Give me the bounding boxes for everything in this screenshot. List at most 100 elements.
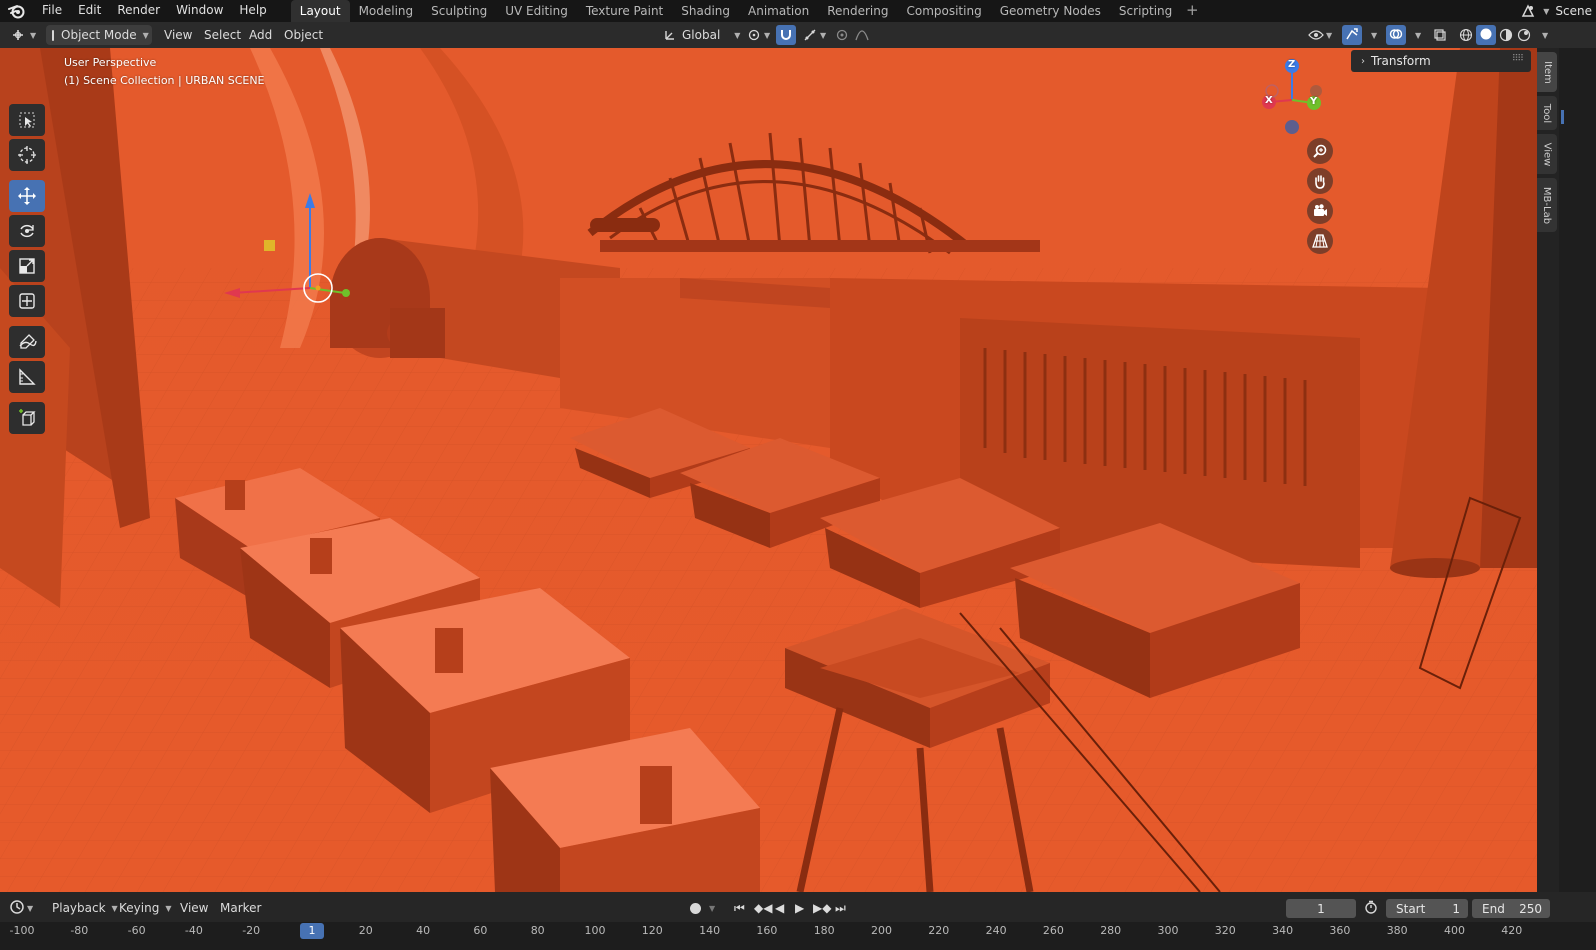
tab-shading[interactable]: Shading: [672, 0, 739, 22]
tab-item[interactable]: Item: [1537, 52, 1557, 92]
menu-object[interactable]: Object: [284, 25, 323, 45]
chevron-down-icon[interactable]: ▼: [1371, 25, 1377, 45]
proportional-editing-button[interactable]: [832, 25, 872, 45]
axis-x-label[interactable]: X: [1265, 95, 1273, 106]
scene-selector[interactable]: ▼ Scene: [1519, 0, 1596, 22]
timeline-editor-type-button[interactable]: ▼: [10, 899, 33, 917]
pivot-point-button[interactable]: ▼: [744, 25, 770, 45]
material-sphere-icon: [1496, 26, 1516, 44]
timeline-ruler[interactable]: 1 -100 -80 -60 -40 -20 20 40 60 80 100 120 140 160 18…: [0, 922, 1596, 950]
editor-type-button[interactable]: ▼: [8, 25, 36, 45]
tab-layout[interactable]: Layout: [290, 0, 350, 22]
chevron-down-icon[interactable]: ▼: [1542, 25, 1548, 45]
measure-tool[interactable]: [9, 361, 45, 393]
autokey-button[interactable]: ▼: [690, 899, 715, 917]
menu-timeline-view[interactable]: View: [180, 899, 208, 917]
jump-start-button[interactable]: ⏮: [734, 899, 745, 917]
drag-handle-icon[interactable]: ⠿⠿: [1512, 54, 1524, 64]
chevron-down-icon[interactable]: ▼: [1415, 25, 1421, 45]
snap-toggle[interactable]: [776, 25, 796, 45]
menu-window[interactable]: Window: [168, 0, 231, 22]
tab-modeling[interactable]: Modeling: [350, 0, 423, 22]
tab-view[interactable]: View: [1537, 134, 1557, 174]
transform-tool[interactable]: [9, 285, 45, 317]
chevron-down-icon: ▼: [165, 903, 172, 913]
current-frame-field[interactable]: 1: [1286, 899, 1356, 918]
select-box-tool[interactable]: [9, 104, 45, 136]
pan-button[interactable]: [1307, 168, 1333, 194]
tab-sculpting[interactable]: Sculpting: [422, 0, 496, 22]
xray-toggle[interactable]: [1430, 25, 1450, 45]
visibility-button[interactable]: ▼: [1306, 25, 1332, 45]
end-frame-field[interactable]: End 250: [1472, 899, 1550, 918]
menu-help[interactable]: Help: [231, 0, 274, 22]
ruler-tick: 260: [1042, 924, 1064, 937]
transform-panel-header[interactable]: › Transform ⠿⠿: [1351, 50, 1531, 72]
play-reverse-button[interactable]: ◀: [775, 899, 784, 917]
tab-rendering[interactable]: Rendering: [818, 0, 897, 22]
menu-edit[interactable]: Edit: [70, 0, 109, 22]
tab-uv-editing[interactable]: UV Editing: [496, 0, 577, 22]
playhead[interactable]: 1: [300, 923, 324, 939]
rendered-sphere-icon: [1514, 26, 1534, 44]
start-value: 1: [1452, 901, 1460, 916]
workspace-tabs: Layout Modeling Sculpting UV Editing Tex…: [290, 0, 1204, 22]
jump-end-button[interactable]: ⏭: [835, 899, 846, 917]
tab-tool[interactable]: Tool: [1537, 96, 1557, 130]
properties-tab-indicator[interactable]: [1561, 110, 1564, 124]
menu-playback[interactable]: Playback ▼: [52, 899, 118, 917]
snap-target-button[interactable]: ▼: [800, 25, 826, 45]
scene-render: [0, 48, 1537, 892]
keying-label: Keying: [119, 901, 160, 915]
ruler-tick: 200: [871, 924, 892, 937]
chevron-down-icon: ▼: [709, 903, 716, 913]
orientation-dropdown[interactable]: Global ▼: [660, 25, 740, 45]
magnet-icon: [779, 27, 793, 44]
mode-dropdown[interactable]: Object Mode ▼: [46, 25, 152, 45]
menu-add[interactable]: Add: [249, 25, 272, 45]
menu-view[interactable]: View: [164, 25, 192, 45]
menu-keying[interactable]: Keying ▼: [119, 899, 171, 917]
eye-icon: [1306, 26, 1326, 44]
blender-logo-icon[interactable]: [0, 0, 34, 22]
clock-icon: [10, 899, 24, 917]
shading-rendered-button[interactable]: [1514, 25, 1534, 45]
tab-scripting[interactable]: Scripting: [1110, 0, 1181, 22]
menu-render[interactable]: Render: [109, 0, 168, 22]
annotate-tool[interactable]: [9, 326, 45, 358]
menu-file[interactable]: File: [34, 0, 70, 22]
cursor-tool[interactable]: [9, 139, 45, 171]
camera-view-button[interactable]: [1307, 198, 1333, 224]
rotate-tool[interactable]: [9, 215, 45, 247]
overlays-toggle[interactable]: [1386, 25, 1406, 45]
tab-compositing[interactable]: Compositing: [897, 0, 990, 22]
shading-material-button[interactable]: [1496, 25, 1516, 45]
scale-tool[interactable]: [9, 250, 45, 282]
3d-viewport[interactable]: User Perspective (1) Scene Collection | …: [0, 48, 1537, 892]
add-workspace-button[interactable]: +: [1181, 0, 1203, 22]
menu-marker[interactable]: Marker: [220, 899, 261, 917]
tab-animation[interactable]: Animation: [739, 0, 818, 22]
add-cube-tool[interactable]: [9, 402, 45, 434]
shading-solid-button[interactable]: [1476, 25, 1496, 45]
preview-range-toggle[interactable]: [1364, 899, 1378, 917]
move-tool[interactable]: [9, 180, 45, 212]
chevron-down-icon: ▼: [30, 30, 37, 40]
ruler-tick: 320: [1214, 924, 1236, 937]
rotate-icon: [20, 224, 34, 238]
start-frame-field[interactable]: Start 1: [1386, 899, 1468, 918]
axis-z-label[interactable]: Z: [1288, 59, 1295, 70]
zoom-button[interactable]: [1307, 138, 1333, 164]
menu-select[interactable]: Select: [204, 25, 241, 45]
perspective-toggle-button[interactable]: [1307, 228, 1333, 254]
ruler-tick: -20: [242, 924, 261, 937]
tab-mb-lab[interactable]: MB-Lab: [1537, 178, 1557, 232]
axis-y-label[interactable]: Y: [1310, 96, 1317, 107]
prev-keyframe-button[interactable]: ◆◀: [754, 899, 772, 917]
next-keyframe-button[interactable]: ▶◆: [813, 899, 831, 917]
tab-geometry-nodes[interactable]: Geometry Nodes: [991, 0, 1110, 22]
gizmo-toggle[interactable]: [1342, 25, 1362, 45]
shading-wireframe-button[interactable]: [1456, 25, 1476, 45]
tab-texture-paint[interactable]: Texture Paint: [577, 0, 672, 22]
play-button[interactable]: ▶: [795, 899, 804, 917]
